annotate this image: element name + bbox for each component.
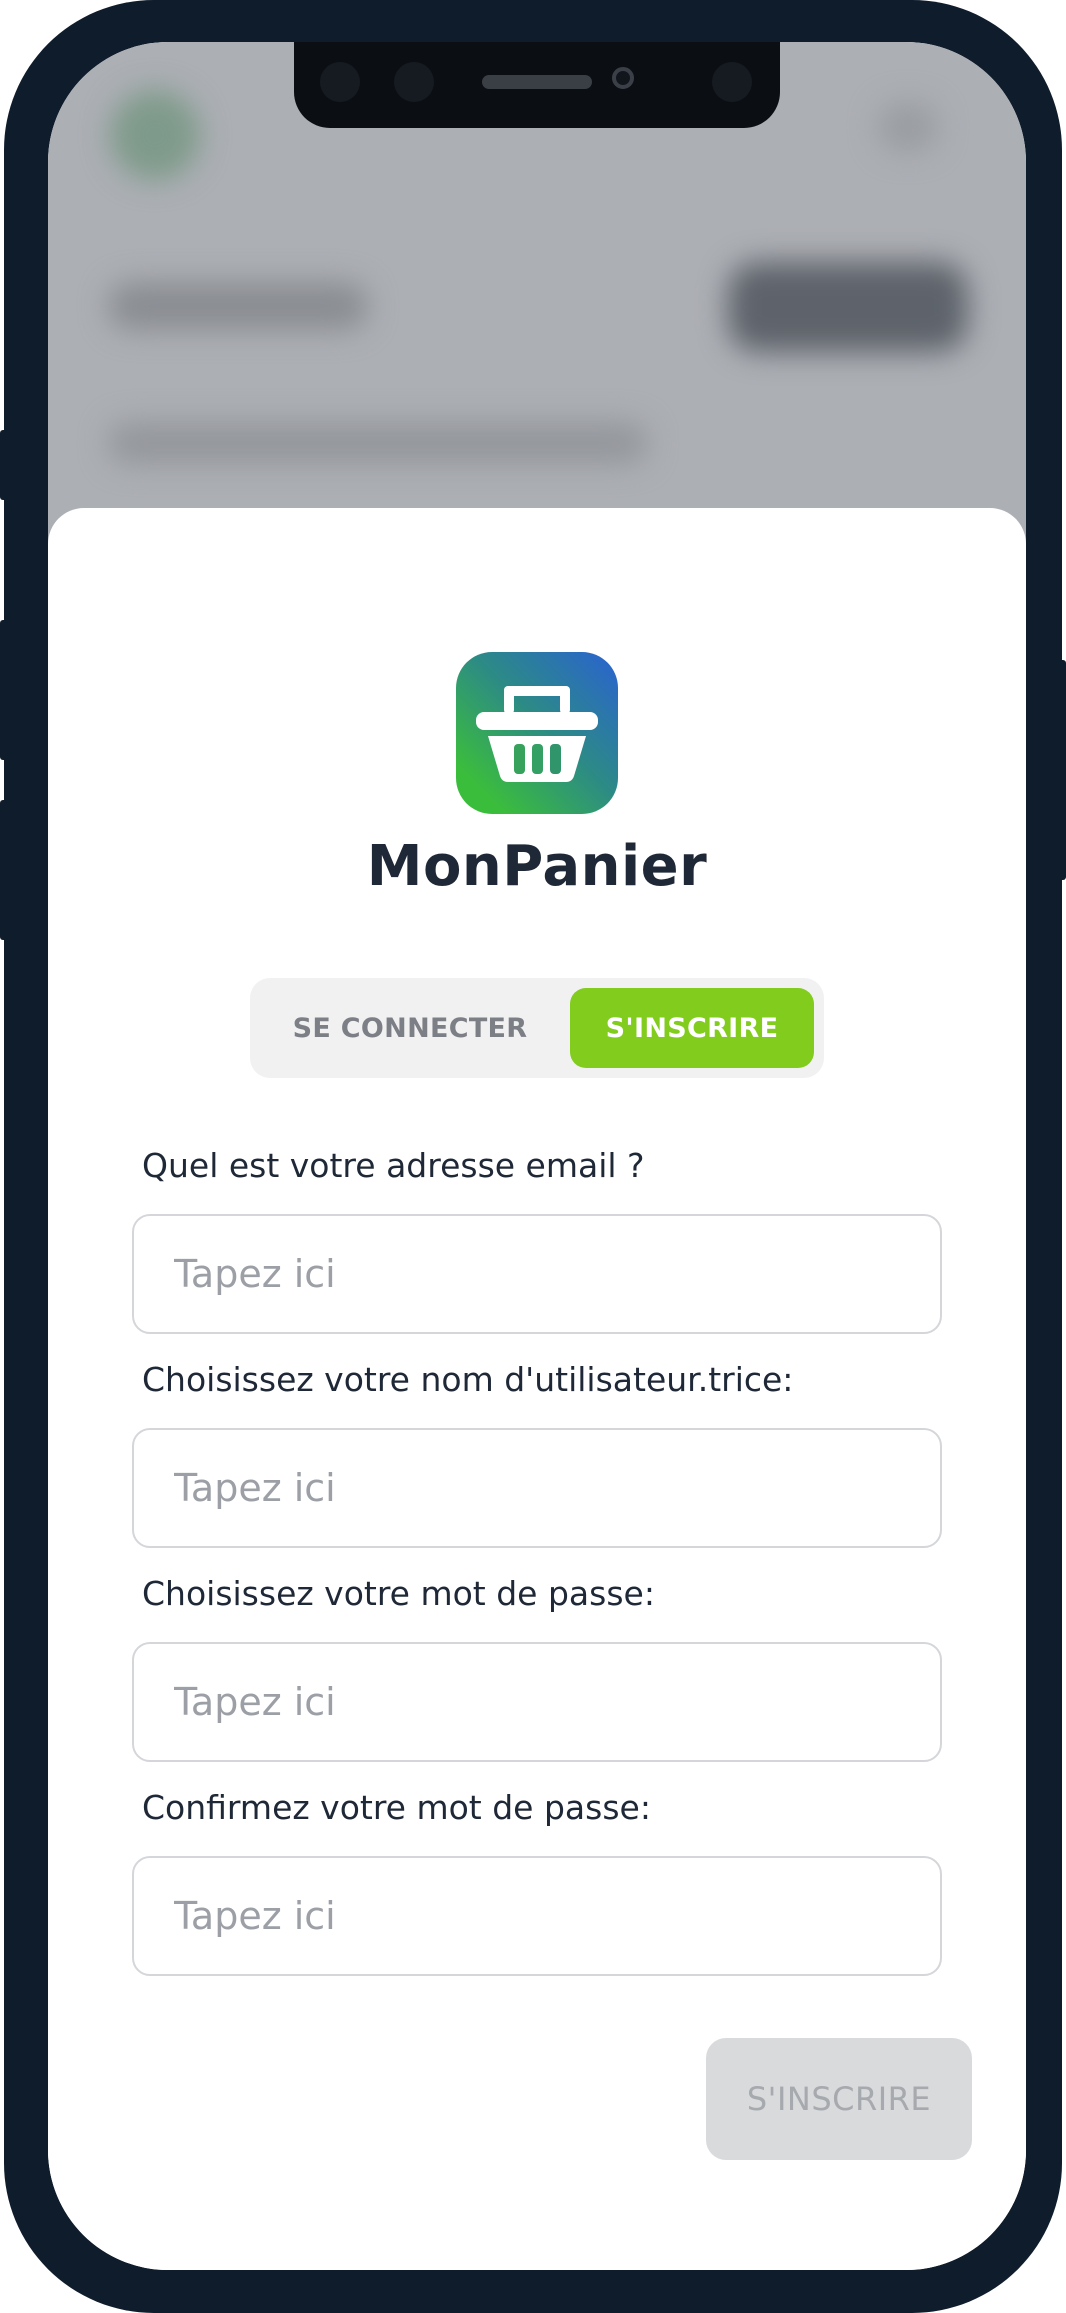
auth-mode-toggle: SE CONNECTER S'INSCRIRE <box>250 978 824 1078</box>
phone-power-button <box>1058 660 1066 880</box>
app-logo <box>456 652 618 814</box>
blurred-avatar <box>110 90 200 180</box>
phone-frame: MonPanier SE CONNECTER S'INSCRIRE Quel e… <box>0 0 1066 2313</box>
signup-submit-button[interactable]: S'INSCRIRE <box>706 2038 972 2160</box>
sensor-dot <box>712 62 752 102</box>
phone-screen: MonPanier SE CONNECTER S'INSCRIRE Quel e… <box>48 42 1026 2270</box>
phone-side-button <box>0 430 8 500</box>
app-title: MonPanier <box>366 834 708 899</box>
blurred-heading <box>108 282 368 330</box>
blurred-header-icon <box>878 102 938 152</box>
sensor-dot <box>394 62 434 102</box>
front-camera <box>612 67 634 89</box>
password-confirm-label: Confirmez votre mot de passe: <box>142 1788 651 1827</box>
email-field[interactable] <box>132 1214 942 1334</box>
signup-sheet: MonPanier SE CONNECTER S'INSCRIRE Quel e… <box>48 508 1026 2270</box>
email-label: Quel est votre adresse email ? <box>142 1146 645 1185</box>
sensor-dot <box>320 62 360 102</box>
tab-signup[interactable]: S'INSCRIRE <box>570 988 814 1068</box>
password-label: Choisissez votre mot de passe: <box>142 1574 655 1613</box>
blurred-button <box>728 262 968 352</box>
password-confirm-field[interactable] <box>132 1856 942 1976</box>
phone-volume-down-button <box>0 800 8 940</box>
earpiece-speaker <box>482 75 592 89</box>
blurred-text-line <box>108 422 648 464</box>
tab-login[interactable]: SE CONNECTER <box>260 988 560 1068</box>
shopping-basket-icon <box>476 686 598 782</box>
username-label: Choisissez votre nom d'utilisateur.trice… <box>142 1360 794 1399</box>
phone-notch <box>294 42 780 128</box>
phone-volume-up-button <box>0 620 8 760</box>
password-field[interactable] <box>132 1642 942 1762</box>
username-field[interactable] <box>132 1428 942 1548</box>
